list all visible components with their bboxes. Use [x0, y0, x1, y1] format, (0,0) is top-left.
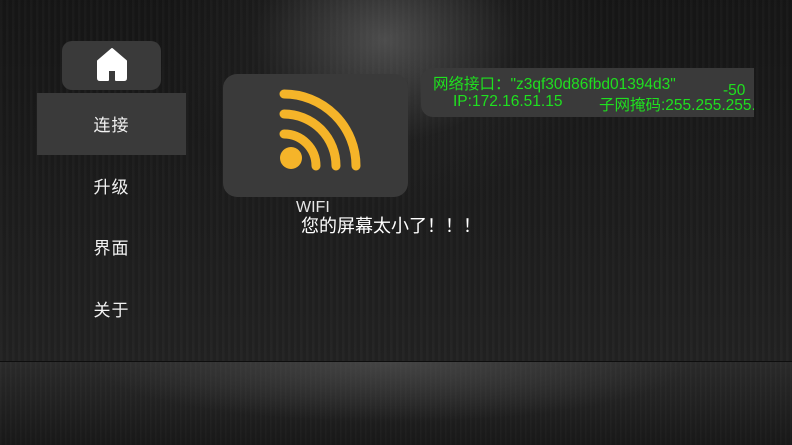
subnet-mask-text: 子网掩码:255.255.255.0 [599, 97, 754, 114]
home-button[interactable] [62, 41, 161, 90]
sidebar: 连接 升级 界面 关于 [37, 93, 186, 339]
home-icon [95, 47, 129, 85]
background-floor [0, 362, 792, 445]
screen-too-small-message: 您的屏幕太小了！！！ [301, 216, 481, 237]
sidebar-item-label: 界面 [93, 239, 130, 260]
sidebar-item-label: 升级 [93, 177, 130, 198]
sidebar-item-about[interactable]: 关于 [37, 278, 186, 340]
sidebar-item-connect[interactable]: 连接 [37, 93, 186, 155]
wifi-signal-icon [271, 89, 361, 183]
sidebar-item-interface[interactable]: 界面 [37, 216, 186, 278]
ip-address-text: IP:172.16.51.15 [453, 93, 563, 110]
sidebar-item-upgrade[interactable]: 升级 [37, 155, 186, 217]
network-interface-text: 网络接口："z3qf30d86fbd01394d3" [433, 76, 676, 93]
sidebar-item-label: 连接 [93, 116, 130, 137]
wifi-card[interactable] [223, 74, 408, 197]
sidebar-item-label: 关于 [93, 300, 130, 321]
network-info-panel: 网络接口："z3qf30d86fbd01394d3" -50 IP:172.16… [421, 68, 754, 117]
